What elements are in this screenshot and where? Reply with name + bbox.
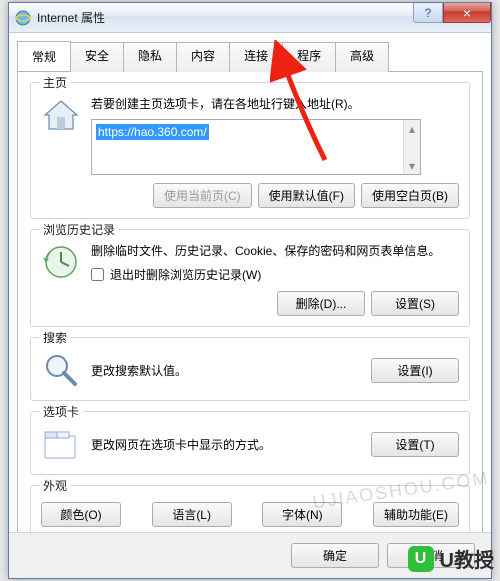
tabs-icon (41, 424, 81, 464)
ie-icon (15, 10, 31, 26)
group-heading-appearance: 外观 (39, 477, 71, 494)
group-heading-homepage: 主页 (39, 74, 71, 91)
titlebar-buttons: ? × (413, 3, 491, 23)
home-icon (41, 95, 81, 135)
history-settings-button[interactable]: 设置(S) (371, 291, 459, 316)
delete-on-exit-checkbox[interactable]: 退出时删除浏览历史记录(W) (91, 266, 459, 283)
scroll-up-icon[interactable]: ▴ (404, 120, 420, 137)
tab-privacy[interactable]: 隐私 (123, 42, 177, 72)
tab-panel-general: 主页 若要创建主页选项卡，请在各地址行键入地址(R)。 https://hao.… (17, 72, 483, 533)
search-description: 更改搜索默认值。 (91, 362, 361, 379)
titlebar: Internet 属性 ? × (9, 3, 491, 33)
scrollbar[interactable]: ▴ ▾ (403, 120, 420, 174)
history-description: 删除临时文件、历史记录、Cookie、保存的密码和网页表单信息。 (91, 242, 459, 260)
use-blank-button[interactable]: 使用空白页(B) (361, 183, 459, 208)
close-button[interactable]: × (443, 3, 491, 23)
tab-content[interactable]: 内容 (176, 42, 230, 72)
group-heading-history: 浏览历史记录 (39, 221, 119, 238)
scroll-down-icon[interactable]: ▾ (404, 157, 420, 174)
history-delete-button[interactable]: 删除(D)... (277, 291, 365, 316)
color-button[interactable]: 颜色(O) (41, 502, 121, 527)
tab-security[interactable]: 安全 (70, 42, 124, 72)
homepage-url-input[interactable]: https://hao.360.com/ ▴ ▾ (91, 119, 421, 175)
use-default-button[interactable]: 使用默认值(F) (258, 183, 355, 208)
group-appearance: 外观 颜色(O) 语言(L) 字体(N) 辅助功能(E) (30, 485, 470, 533)
cancel-button[interactable]: 取消 (387, 543, 475, 568)
accessibility-button[interactable]: 辅助功能(E) (373, 502, 459, 527)
search-settings-button[interactable]: 设置(I) (371, 358, 459, 383)
group-search: 搜索 更改搜索默认值。 设置(I) (30, 337, 470, 401)
tab-general[interactable]: 常规 (17, 41, 71, 71)
delete-on-exit-label: 退出时删除浏览历史记录(W) (110, 266, 261, 283)
group-tabs: 选项卡 更改网页在选项卡中显示的方式。 设置(T) (30, 411, 470, 475)
tab-programs[interactable]: 程序 (282, 42, 336, 72)
use-current-button[interactable]: 使用当前页(C) (153, 183, 252, 208)
language-button[interactable]: 语言(L) (152, 502, 232, 527)
tabs-settings-button[interactable]: 设置(T) (371, 432, 459, 457)
font-button[interactable]: 字体(N) (262, 502, 342, 527)
dialog-footer: 确定 取消 (9, 532, 491, 578)
help-button[interactable]: ? (413, 3, 443, 23)
tab-strip: 常规 安全 隐私 内容 连接 程序 高级 (17, 41, 483, 72)
group-heading-tabs: 选项卡 (39, 403, 83, 420)
clock-icon (41, 242, 81, 282)
homepage-description: 若要创建主页选项卡，请在各地址行键入地址(R)。 (91, 95, 459, 113)
group-homepage: 主页 若要创建主页选项卡，请在各地址行键入地址(R)。 https://hao.… (30, 82, 470, 219)
tab-advanced[interactable]: 高级 (335, 42, 389, 72)
group-history: 浏览历史记录 删除临时文件、历史记录、Cookie、保存的密码和网页表单信息。 … (30, 229, 470, 327)
tab-connections[interactable]: 连接 (229, 42, 283, 72)
group-heading-search: 搜索 (39, 329, 71, 346)
tabs-description: 更改网页在选项卡中显示的方式。 (91, 436, 361, 453)
ok-button[interactable]: 确定 (291, 543, 379, 568)
magnifier-icon (41, 350, 81, 390)
client-area: 常规 安全 隐私 内容 连接 程序 高级 主页 若要创建主页选项卡，请在各地址行… (17, 41, 483, 528)
homepage-url-value: https://hao.360.com/ (96, 124, 209, 140)
dialog-window: Internet 属性 ? × 常规 安全 隐私 内容 连接 程序 高级 主页 (8, 2, 492, 579)
window-title: Internet 属性 (37, 9, 105, 26)
delete-on-exit-input[interactable] (91, 268, 104, 281)
